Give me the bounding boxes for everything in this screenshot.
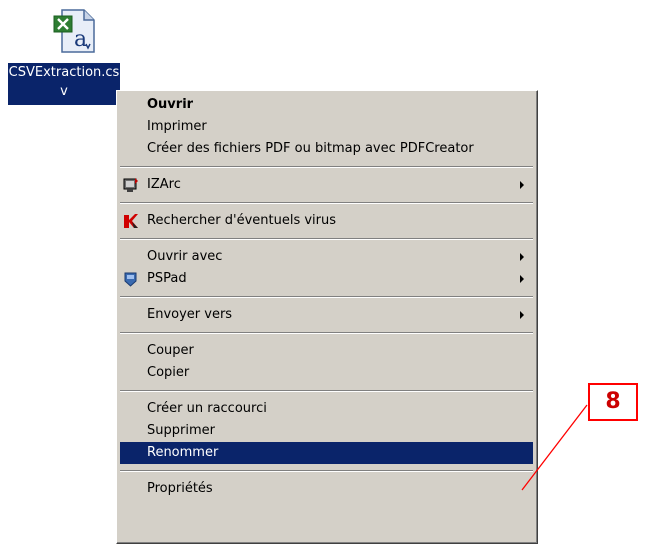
menu-item-couper[interactable]: Couper (120, 340, 533, 362)
menu-item-label: Copier (147, 365, 190, 380)
menu-item-ouvrir-avec[interactable]: Ouvrir avec (120, 246, 533, 268)
izarc-icon (123, 177, 139, 193)
menu-separator (120, 332, 533, 334)
menu-item-ouvrir[interactable]: Ouvrir (120, 94, 533, 116)
menu-item-proprietes[interactable]: Propriétés (120, 478, 533, 500)
submenu-arrow-icon (520, 181, 524, 189)
menu-item-label: Ouvrir (147, 97, 194, 112)
menu-item-copier[interactable]: Copier (120, 362, 533, 384)
menu-separator (120, 202, 533, 204)
menu-item-label: Couper (147, 343, 194, 358)
step-number-callout: 8 (588, 383, 638, 421)
menu-item-label: Renommer (147, 445, 219, 460)
menu-item-label: Créer des fichiers PDF ou bitmap avec PD… (147, 141, 474, 156)
submenu-arrow-icon (520, 275, 524, 283)
excel-csv-file-icon: a (53, 9, 95, 53)
menu-item-supprimer[interactable]: Supprimer (120, 420, 533, 442)
menu-item-pspad[interactable]: PSPad (120, 268, 533, 290)
menu-item-label: Créer un raccourci (147, 401, 267, 416)
antivirus-icon (123, 213, 139, 229)
pspad-icon (123, 271, 139, 287)
menu-separator (120, 470, 533, 472)
menu-item-izarc[interactable]: IZArc (120, 174, 533, 196)
menu-item-label: Envoyer vers (147, 307, 233, 322)
menu-item-renommer[interactable]: Renommer (120, 442, 533, 464)
menu-item-creer-des-fichiers-pdf-ou-bitmap-avec-pdfcreator[interactable]: Créer des fichiers PDF ou bitmap avec PD… (120, 138, 533, 160)
menu-item-imprimer[interactable]: Imprimer (120, 116, 533, 138)
menu-item-label: Rechercher d'éventuels virus (147, 213, 337, 228)
menu-item-envoyer-vers[interactable]: Envoyer vers (120, 304, 533, 326)
context-menu: Ouvrir Imprimer Créer des fichiers PDF ou … (116, 90, 538, 544)
menu-item-creer-un-raccourci[interactable]: Créer un raccourci (120, 398, 533, 420)
menu-item-label: Imprimer (147, 119, 207, 134)
menu-item-label: PSPad (147, 271, 187, 286)
file-name-label[interactable]: CSVExtraction.csv (8, 63, 120, 105)
menu-separator (120, 296, 533, 298)
menu-item-label: Ouvrir avec (147, 249, 223, 264)
menu-item-label: IZArc (147, 177, 181, 192)
submenu-arrow-icon (520, 311, 524, 319)
svg-text:a: a (74, 27, 87, 52)
menu-item-label: Propriétés (147, 481, 213, 496)
menu-separator (120, 390, 533, 392)
menu-item-rechercher-d-eventuels-virus[interactable]: Rechercher d'éventuels virus (120, 210, 533, 232)
menu-separator (120, 238, 533, 240)
menu-separator (120, 166, 533, 168)
menu-item-label: Supprimer (147, 423, 215, 438)
submenu-arrow-icon (520, 253, 524, 261)
